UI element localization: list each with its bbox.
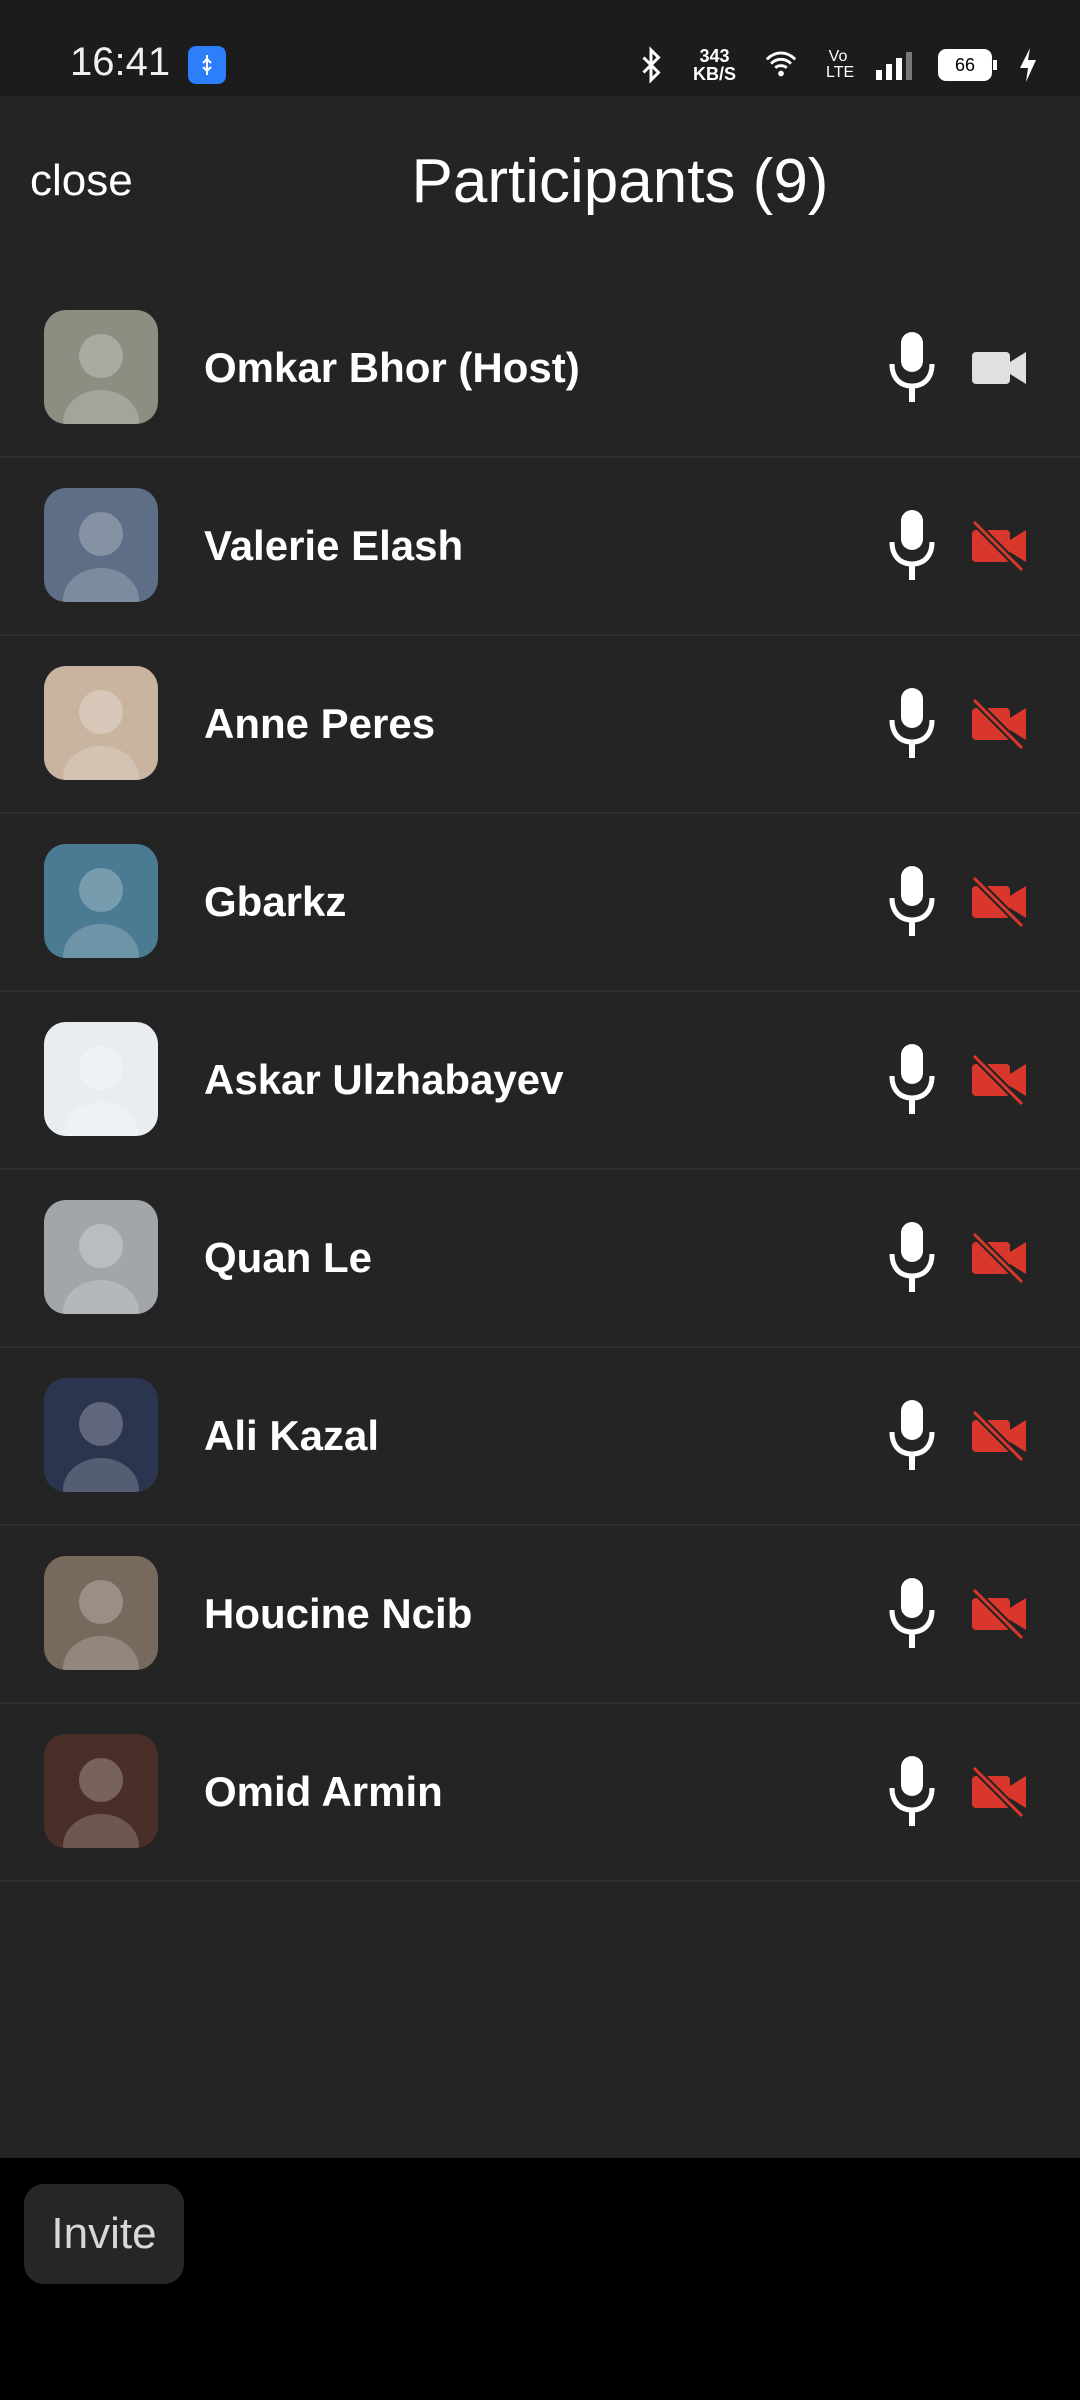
microphone-icon[interactable]	[886, 330, 938, 406]
video-off-icon[interactable]	[970, 1050, 1028, 1110]
participant-row[interactable]: Anne Peres	[0, 636, 1080, 814]
speed-unit: KB/S	[692, 64, 736, 84]
charging-icon	[1020, 48, 1036, 82]
microphone-icon[interactable]	[886, 1042, 938, 1118]
microphone-icon[interactable]	[886, 508, 938, 584]
participant-name: Gbarkz	[204, 878, 347, 925]
avatar	[44, 844, 158, 958]
avatar	[44, 1556, 158, 1670]
video-off-icon[interactable]	[970, 1406, 1028, 1466]
participant-name: Omkar Bhor (Host)	[204, 344, 580, 391]
status-bar: 16:41 343 KB/S Vo LTE 66	[0, 0, 1080, 96]
battery-icon: 66	[938, 49, 997, 81]
avatar	[44, 1734, 158, 1848]
participant-row[interactable]: Askar Ulzhabayev	[0, 992, 1080, 1170]
video-off-icon[interactable]	[970, 694, 1028, 754]
network-speed: 343 KB/S	[693, 47, 736, 83]
participants-list: Omkar Bhor (Host) Valerie Elash Anne Peres…	[0, 280, 1080, 1882]
video-off-icon[interactable]	[970, 516, 1028, 576]
battery-level: 66	[954, 55, 976, 75]
video-off-icon[interactable]	[970, 1228, 1028, 1288]
avatar	[44, 488, 158, 602]
participant-row[interactable]: Omkar Bhor (Host)	[0, 280, 1080, 458]
bottom-bar: Invite	[0, 2158, 1080, 2400]
avatar	[44, 666, 158, 780]
bluetooth-icon	[642, 46, 661, 84]
microphone-icon[interactable]	[886, 1398, 938, 1474]
speed-value: 343	[699, 46, 730, 66]
volte-icon: Vo LTE	[826, 48, 855, 81]
microphone-icon[interactable]	[886, 1220, 938, 1296]
participant-row[interactable]: Valerie Elash	[0, 458, 1080, 636]
participant-name: Askar Ulzhabayev	[204, 1056, 564, 1103]
microphone-icon[interactable]	[886, 1576, 938, 1652]
avatar	[44, 1378, 158, 1492]
video-off-icon[interactable]	[970, 872, 1028, 932]
participant-row[interactable]: Gbarkz	[0, 814, 1080, 992]
participant-row[interactable]: Houcine Ncib	[0, 1526, 1080, 1704]
microphone-icon[interactable]	[886, 864, 938, 940]
avatar	[44, 1200, 158, 1314]
wifi-icon	[765, 51, 797, 77]
participant-name: Houcine Ncib	[204, 1590, 473, 1637]
header: close Participants (9)	[0, 96, 1080, 268]
status-time: 16:41	[70, 40, 171, 84]
status-right: 343 KB/S Vo LTE 66	[633, 40, 1040, 90]
avatar	[44, 310, 158, 424]
participant-row[interactable]: Quan Le	[0, 1170, 1080, 1348]
participant-name: Quan Le	[204, 1234, 373, 1281]
participant-name: Valerie Elash	[204, 522, 464, 569]
usb-icon	[188, 46, 226, 84]
microphone-icon[interactable]	[886, 686, 938, 762]
video-off-icon[interactable]	[970, 1584, 1028, 1644]
signal-icon	[876, 52, 912, 80]
participant-row[interactable]: Ali Kazal	[0, 1348, 1080, 1526]
page-title: Participants (9)	[411, 147, 829, 216]
avatar	[44, 1022, 158, 1136]
participant-name: Ali Kazal	[204, 1412, 380, 1459]
video-off-icon[interactable]	[970, 1762, 1028, 1822]
participant-name: Omid Armin	[204, 1768, 443, 1815]
invite-button[interactable]: Invite	[24, 2184, 184, 2284]
microphone-icon[interactable]	[886, 1754, 938, 1830]
video-camera-icon[interactable]	[970, 338, 1028, 398]
participant-row[interactable]: Omid Armin	[0, 1704, 1080, 1882]
participant-name: Anne Peres	[204, 700, 436, 747]
